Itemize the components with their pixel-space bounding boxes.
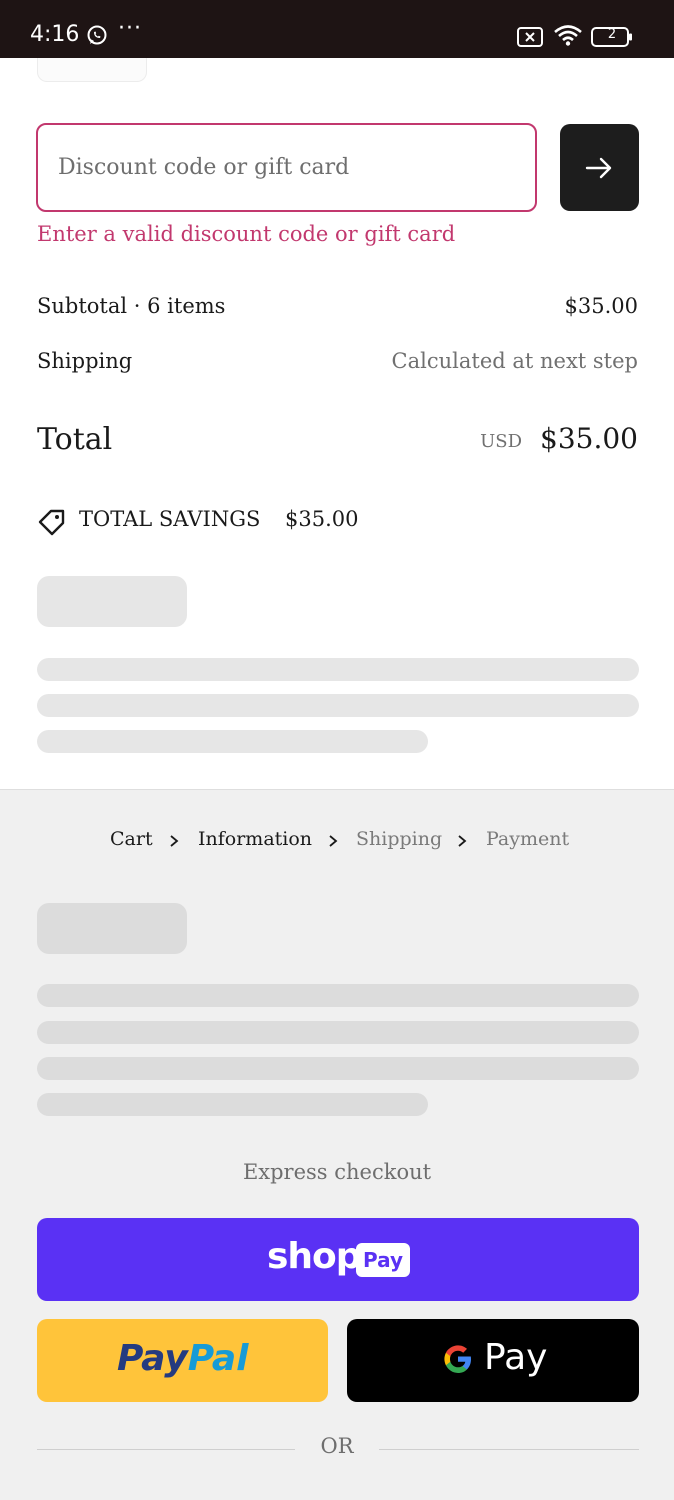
wifi-icon <box>554 25 582 46</box>
loading-placeholder <box>37 730 428 753</box>
shop-pay-badge: Pay <box>356 1243 410 1277</box>
paypal-logo: PayPal <box>117 1338 248 1379</box>
status-time: 4:16 <box>30 22 80 47</box>
breadcrumb: Cart Information Shipping Payment <box>0 828 674 854</box>
loading-placeholder <box>37 1093 428 1116</box>
shipping-value: Calculated at next step <box>391 349 638 373</box>
breadcrumb-payment: Payment <box>486 828 570 850</box>
chevron-right-icon <box>170 835 179 847</box>
whatsapp-icon <box>87 25 107 45</box>
loading-placeholder <box>37 576 187 627</box>
loading-placeholder <box>37 984 639 1007</box>
loading-placeholder <box>37 1057 639 1080</box>
breadcrumb-information: Information <box>198 828 313 850</box>
arrow-right-icon <box>585 157 612 179</box>
status-bar: 4:16 ··· 2 <box>0 0 674 58</box>
loading-placeholder <box>37 903 187 954</box>
no-sim-icon <box>517 27 543 47</box>
chevron-right-icon <box>458 835 467 847</box>
paypal-logo-pal: Pal <box>187 1338 249 1379</box>
total-savings-amount: $35.00 <box>285 507 359 531</box>
battery-level: 2 <box>607 27 617 42</box>
shipping-label: Shipping <box>37 349 133 373</box>
paypal-logo-pay: Pay <box>117 1338 188 1379</box>
google-pay-label: Pay <box>484 1337 548 1378</box>
total-amount: $35.00 <box>540 422 638 455</box>
total-currency: USD <box>480 431 522 452</box>
product-thumbnail-edge <box>37 58 147 82</box>
or-divider-label: OR <box>320 1434 354 1458</box>
express-checkout-title: Express checkout <box>242 1160 432 1184</box>
more-notifications-icon: ··· <box>118 16 142 41</box>
breadcrumb-shipping: Shipping <box>356 828 443 850</box>
discount-error-message: Enter a valid discount code or gift card <box>37 222 456 246</box>
shop-pay-logo: shop <box>267 1236 362 1277</box>
google-g-icon <box>444 1345 471 1373</box>
apply-discount-button[interactable] <box>560 124 639 211</box>
loading-placeholder <box>37 658 639 681</box>
discount-code-input[interactable] <box>36 123 537 212</box>
price-tag-icon <box>38 509 65 536</box>
subtotal-label: Subtotal · 6 items <box>37 294 226 318</box>
chevron-right-icon <box>329 835 338 847</box>
breadcrumb-cart[interactable]: Cart <box>110 828 153 850</box>
loading-placeholder <box>37 694 639 717</box>
loading-placeholder <box>37 1021 639 1044</box>
subtotal-value: $35.00 <box>564 294 638 318</box>
total-savings-label: TOTAL SAVINGS <box>79 507 261 531</box>
total-label: Total <box>37 422 113 457</box>
